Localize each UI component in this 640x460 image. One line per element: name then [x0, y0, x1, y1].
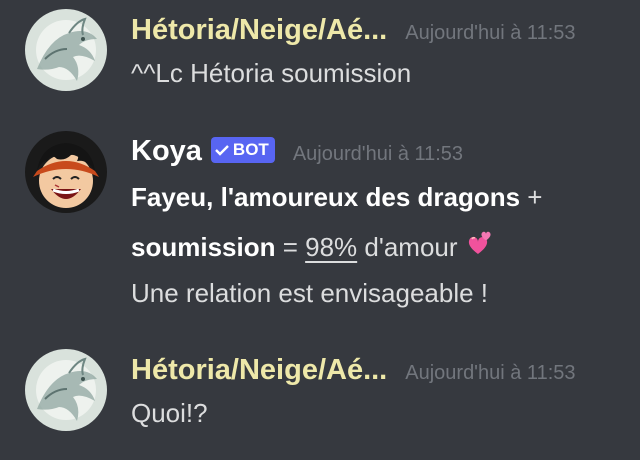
avatar[interactable] — [25, 131, 107, 213]
dragon-avatar-icon — [25, 9, 107, 91]
luffy-avatar-icon — [25, 131, 107, 213]
username[interactable]: Hétoria/Neige/Aé... — [131, 354, 387, 387]
message-header: Koya BOT Aujourd'hui à 11:53 — [131, 135, 463, 168]
bot-tag: BOT — [210, 137, 275, 163]
avatar[interactable] — [25, 349, 107, 431]
message-line-2: soumission = 98% d'amour — [131, 230, 496, 267]
percentage: 98% — [305, 232, 358, 262]
username[interactable]: Koya — [131, 135, 202, 168]
plus-text: + — [520, 182, 543, 212]
timestamp: Aujourd'hui à 11:53 — [405, 362, 576, 384]
avatar[interactable] — [25, 9, 107, 91]
checkmark-icon — [215, 145, 229, 156]
timestamp: Aujourd'hui à 11:53 — [292, 143, 464, 165]
message-text: Quoi!? — [131, 398, 208, 428]
bold-text: soumission — [131, 232, 276, 262]
amour-text: d'amour — [357, 232, 458, 262]
equals-text: = — [275, 232, 306, 262]
bold-text: Fayeu, l'amoureux des dragons — [131, 182, 521, 212]
message-line-1: Fayeu, l'amoureux des dragons + — [131, 182, 543, 213]
message-line-3: Une relation est envisageable ! — [131, 278, 489, 308]
message-text: ^^Lc Hétoria soumission — [131, 58, 412, 88]
two-hearts-emoji-icon — [464, 230, 496, 267]
timestamp: Aujourd'hui à 11:53 — [405, 22, 576, 44]
dragon-avatar-icon — [25, 349, 107, 431]
message-header: Hétoria/Neige/Aé... Aujourd'hui à 11:53 — [131, 14, 576, 47]
message-header: Hétoria/Neige/Aé... Aujourd'hui à 11:53 — [131, 354, 576, 387]
bot-tag-label: BOT — [232, 140, 269, 159]
username[interactable]: Hétoria/Neige/Aé... — [131, 14, 387, 47]
